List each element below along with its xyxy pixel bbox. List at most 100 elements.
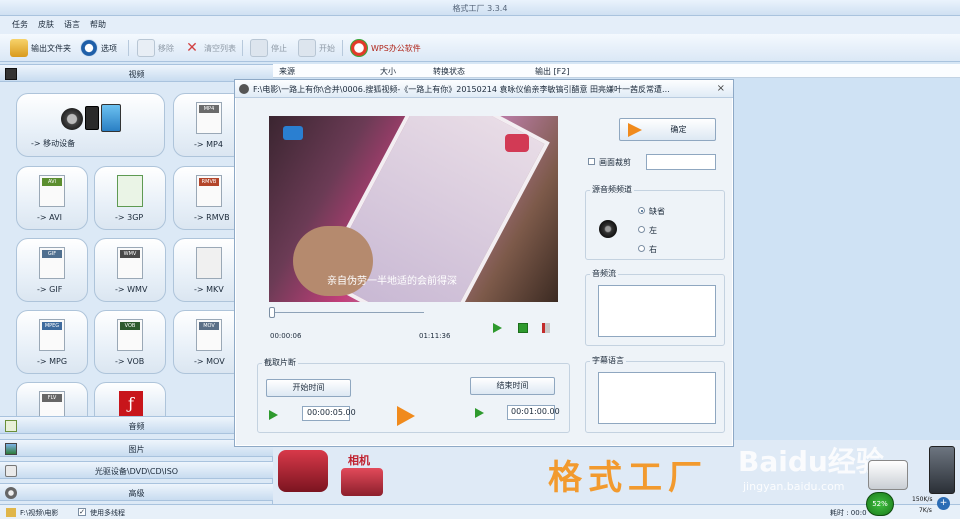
task-list-header: 来源 大小 转换状态 输出 [F2] xyxy=(273,64,960,78)
channel-logo xyxy=(283,126,303,140)
flv-icon-tag: FLV xyxy=(42,394,62,402)
radio-left[interactable] xyxy=(638,226,645,233)
start-button[interactable]: 开始 xyxy=(298,38,335,58)
end-time-field[interactable]: 00:01:00.00 xyxy=(507,405,560,420)
seek-thumb[interactable] xyxy=(269,307,275,318)
ok-button[interactable]: 确定 xyxy=(619,118,716,141)
video-category-label: 视频 xyxy=(128,70,145,79)
menu-task[interactable]: 任务 xyxy=(12,19,28,30)
clip-group-label: 截取片断 xyxy=(262,357,298,368)
disc-category-label: 光驱设备\DVD\CD\ISO xyxy=(94,467,179,476)
tile-mpg[interactable]: MPEG -> MPG xyxy=(16,310,88,374)
subtitle-list[interactable] xyxy=(598,372,716,424)
play-start-icon[interactable] xyxy=(269,410,278,420)
tile-vob[interactable]: VOB -> VOB xyxy=(94,310,166,374)
stop-icon[interactable] xyxy=(518,323,528,333)
output-folder-button[interactable]: 输出文件夹 xyxy=(10,38,71,58)
video-category-header[interactable]: 视频 xyxy=(0,64,273,82)
app-logo-text: 格式工厂 xyxy=(548,458,708,498)
crop-input[interactable] xyxy=(646,154,716,170)
menu-skin[interactable]: 皮肤 xyxy=(38,19,54,30)
tile-wmv[interactable]: WMV -> WMV xyxy=(94,238,166,302)
multithread-checkbox[interactable]: ✓ xyxy=(78,508,86,516)
tile-mobile-device[interactable]: -> 移动设备 xyxy=(16,93,165,157)
rmvb-file-icon: RMVB xyxy=(196,175,222,207)
mp4-icon-tag: MP4 xyxy=(199,105,219,113)
arrow-right-icon xyxy=(628,123,642,137)
disc-category-header[interactable]: 光驱设备\DVD\CD\ISO xyxy=(0,461,273,479)
status-bar: F:\视频\电影 ✓ 使用多线程 耗时 : 00:0 xyxy=(0,504,960,519)
menu-bar: 任务 皮肤 语言 帮助 xyxy=(0,16,960,34)
wps-button[interactable]: WPS办公软件 xyxy=(350,38,421,58)
cpu-usage-widget: 52% xyxy=(866,492,894,516)
options-label: 选项 xyxy=(101,43,117,53)
start-icon xyxy=(298,39,316,57)
tile-flv[interactable]: FLV xyxy=(16,382,88,423)
mute-icon[interactable] xyxy=(542,323,550,333)
remove-label: 移除 xyxy=(158,43,174,53)
ok-label: 确定 xyxy=(670,125,687,134)
options-icon xyxy=(80,39,98,57)
tile-gif[interactable]: GIF -> GIF xyxy=(16,238,88,302)
mp4-file-icon: MP4 xyxy=(196,102,222,134)
vob-file-icon: VOB xyxy=(117,319,143,351)
stop-button[interactable]: 停止 xyxy=(250,38,287,58)
end-time-button[interactable]: 结束时间 xyxy=(470,377,555,395)
mpg-file-icon: MPEG xyxy=(39,319,65,351)
duration-time: 01:11:36 xyxy=(419,332,451,340)
dialog-title-bar[interactable]: F:\电影\一路上有你\合并\0006.搜狐视频-《一路上有你》20150214… xyxy=(235,80,733,98)
options-button[interactable]: 选项 xyxy=(80,38,117,58)
app-icon xyxy=(239,84,249,94)
audio-stream-list[interactable] xyxy=(598,285,716,337)
tile-swf[interactable]: ƒ xyxy=(94,382,166,420)
avi-icon-tag: AVI xyxy=(42,178,62,186)
advanced-category-header[interactable]: 高级 xyxy=(0,483,273,501)
remove-icon xyxy=(137,39,155,57)
toolbar-separator xyxy=(342,40,343,56)
avi-file-icon: AVI xyxy=(39,175,65,207)
flash-icon: ƒ xyxy=(119,391,143,417)
mpeg-icon-tag: MPEG xyxy=(42,322,62,330)
radio-right[interactable] xyxy=(638,245,645,252)
tile-avi-label: -> AVI xyxy=(37,213,62,222)
add-icon[interactable]: + xyxy=(937,497,950,510)
play-icon[interactable] xyxy=(493,323,502,333)
elapsed-time: 耗时 : 00:0 xyxy=(830,509,867,517)
col-source[interactable]: 来源 xyxy=(279,66,295,77)
tv-badge xyxy=(505,134,529,152)
menu-help[interactable]: 帮助 xyxy=(90,19,106,30)
clear-list-button[interactable]: ✕ 清空列表 xyxy=(183,38,236,58)
audio-category-header[interactable]: 音频 xyxy=(0,416,273,434)
crop-checkbox[interactable] xyxy=(588,158,595,165)
toolbar-separator xyxy=(242,40,243,56)
subtitle-label: 字幕语言 xyxy=(590,355,626,366)
radio-default-label: 缺省 xyxy=(649,207,665,216)
image-category-header[interactable]: 图片 xyxy=(0,439,273,457)
wps-icon xyxy=(350,39,368,57)
title-bar: 格式工厂 3.3.4 xyxy=(0,0,960,16)
tile-avi[interactable]: AVI -> AVI xyxy=(16,166,88,230)
seek-slider[interactable] xyxy=(269,307,424,318)
radio-default[interactable] xyxy=(638,207,645,214)
tile-mp4-label: -> MP4 xyxy=(194,140,223,149)
tile-mpg-label: -> MPG xyxy=(37,357,68,366)
play-end-icon[interactable] xyxy=(475,408,484,418)
tile-3gp-label: -> 3GP xyxy=(115,213,144,222)
video-subtitle: 亲自伪劳一半地适的会前得深 xyxy=(327,276,457,287)
remove-button[interactable]: 移除 xyxy=(137,38,174,58)
col-output[interactable]: 输出 [F2] xyxy=(535,66,569,77)
toolbar-separator xyxy=(128,40,129,56)
tile-3gp[interactable]: -> 3GP xyxy=(94,166,166,230)
rmvb-icon-tag: RMVB xyxy=(199,178,219,186)
start-time-button[interactable]: 开始时间 xyxy=(266,379,351,397)
start-time-field[interactable]: 00:00:05.00 xyxy=(302,406,356,421)
wps-label: WPS办公软件 xyxy=(371,43,421,53)
stop-label: 停止 xyxy=(271,43,287,53)
menu-language[interactable]: 语言 xyxy=(64,19,80,30)
clear-icon: ✕ xyxy=(186,40,198,56)
camera-label: 相机 xyxy=(348,454,370,467)
audio-category-label: 音频 xyxy=(128,422,145,431)
col-size[interactable]: 大小 xyxy=(380,66,396,77)
col-status[interactable]: 转换状态 xyxy=(433,66,465,77)
close-icon[interactable]: × xyxy=(717,83,725,94)
